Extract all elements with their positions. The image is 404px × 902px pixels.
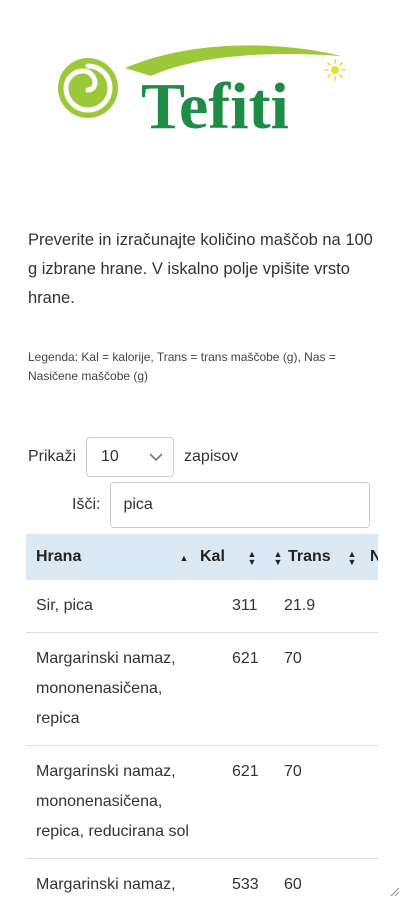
page-size-value: 10 [101,448,119,465]
tefiti-logo: Tefiti [55,30,355,140]
cell-food: Margarinski namaz, mononenasičena, repic… [36,650,176,727]
page-size-select[interactable]: 10 [86,437,175,477]
table-row[interactable]: Margarinski namaz, 533 60 [26,859,378,900]
show-label: Prikaži [28,448,77,465]
search-row: Išči: pica [72,481,371,529]
search-input[interactable]: pica [110,482,371,528]
table-row[interactable]: Margarinski namaz, mononenasičena, repic… [26,746,378,859]
cell-kal: 533 [232,876,259,893]
sort-icon: ▲ [179,553,189,561]
cell-trans: 21.9 [284,597,316,614]
column-header-nas[interactable]: N [364,534,378,580]
intro-text: Preverite in izračunajte količino maščob… [28,231,373,307]
column-header-kal[interactable]: Kal ▲▼ [196,534,264,580]
cell-food: Margarinski namaz, [36,876,176,893]
table-header: Hrana ▲ Kal ▲▼ ▲▼ Trans ▲▼ N [26,534,378,580]
table-row[interactable]: Sir, pica 311 21.9 [26,580,378,633]
table-row[interactable]: Margarinski namaz, mononenasičena, repic… [26,633,378,746]
resize-handle-icon[interactable] [388,884,400,897]
column-header-trans[interactable]: ▲▼ Trans ▲▼ [264,534,364,580]
food-table: Hrana ▲ Kal ▲▼ ▲▼ Trans ▲▼ N Sir, pica 311… [26,534,378,900]
page-size-row: Prikaži 10 zapisov [28,436,238,478]
search-label: Išči: [72,496,101,513]
chevron-down-icon [149,452,163,462]
cell-trans: 60 [284,876,302,893]
swirl-icon [58,58,118,118]
cell-trans: 70 [284,763,302,780]
sort-icon: ▲▼ [247,549,257,565]
logo-wordmark: Tefiti [141,70,289,140]
sun-icon [324,59,346,81]
cell-kal: 311 [232,597,258,614]
cell-kal: 621 [232,763,259,780]
records-label: zapisov [184,448,239,465]
search-input-value: pica [123,496,153,513]
legend-text: Legenda: Kal = kalorije, Trans = trans m… [28,350,336,383]
cell-kal: 621 [232,650,259,667]
cell-trans: 70 [284,650,302,667]
cell-food: Margarinski namaz, mononenasičena, repic… [36,763,189,840]
sort-icon: ▲▼ [273,549,283,565]
cell-food: Sir, pica [36,597,93,614]
sort-icon: ▲▼ [347,549,357,565]
column-header-hrana[interactable]: Hrana ▲ [26,534,196,580]
